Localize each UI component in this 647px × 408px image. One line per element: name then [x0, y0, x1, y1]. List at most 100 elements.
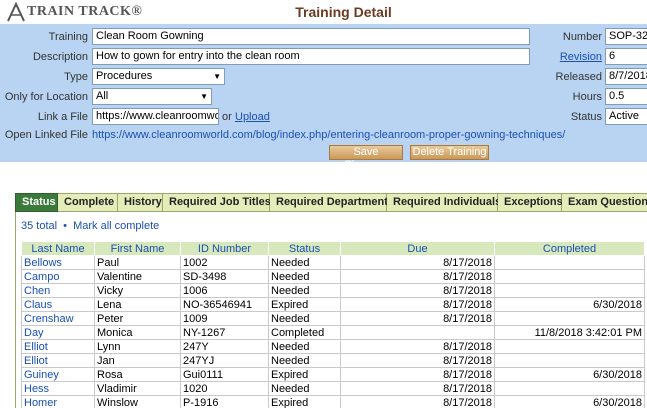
- tab-status[interactable]: Status: [15, 193, 58, 212]
- link-file-input[interactable]: https://www.cleanroomworld: [92, 108, 219, 125]
- due-cell: [340, 325, 495, 340]
- table-row: Elliot Jan 247YJ Needed 8/17/2018: [21, 353, 645, 368]
- tab-exceptions[interactable]: Exceptions: [498, 193, 563, 212]
- training-form-panel: Training Clean Room Gowning Description …: [0, 24, 647, 171]
- last-name-link[interactable]: Guiney: [21, 367, 95, 382]
- first-name-cell: Winslow: [94, 395, 181, 408]
- due-cell: 8/17/2018: [340, 283, 495, 298]
- id-number-cell: Gui0111: [180, 367, 269, 382]
- completed-cell: [494, 353, 645, 368]
- status-select[interactable]: Active: [605, 108, 647, 125]
- training-name-input[interactable]: Clean Room Gowning: [92, 28, 530, 45]
- last-name-link[interactable]: Claus: [21, 297, 95, 312]
- status-cell: Needed: [268, 381, 341, 396]
- due-cell: 8/17/2018: [340, 381, 495, 396]
- tab-exam-questions[interactable]: Exam Questions: [562, 193, 647, 212]
- status-cell: Expired: [268, 367, 341, 382]
- tab-required-departments[interactable]: Required Departments: [270, 193, 394, 212]
- id-number-cell: SD-3498: [180, 269, 269, 284]
- location-select[interactable]: All ▼: [92, 88, 212, 105]
- completed-cell: [494, 381, 645, 396]
- revision-link[interactable]: Revision: [540, 51, 602, 63]
- status-cell: Needed: [268, 311, 341, 326]
- mark-all-complete-link[interactable]: Mark all complete: [73, 220, 159, 232]
- released-label: Released: [555, 71, 602, 83]
- table-header-row: Last Name First Name ID Number Status Du…: [21, 241, 645, 256]
- status-cell: Expired: [268, 395, 341, 408]
- table-row: Crenshaw Peter 1009 Needed 8/17/2018: [21, 311, 645, 326]
- chevron-down-icon: ▼: [213, 72, 221, 81]
- first-name-cell: Vladimir: [94, 381, 181, 396]
- location-select-value: All: [96, 90, 109, 102]
- last-name-link[interactable]: Elliot: [21, 339, 95, 354]
- type-label: Type: [64, 71, 88, 83]
- hours-label: Hours: [572, 91, 602, 103]
- released-date-input[interactable]: 8/7/2018: [605, 68, 647, 85]
- id-number-cell: 1009: [180, 311, 269, 326]
- id-number-cell: 1006: [180, 283, 269, 298]
- last-name-link[interactable]: Hess: [21, 381, 95, 396]
- table-row: Elliot Lynn 247Y Needed 8/17/2018: [21, 339, 645, 354]
- training-status-table: Last Name First Name ID Number Status Du…: [21, 241, 645, 408]
- app-header: TRAIN TRACK® Training Detail: [0, 0, 647, 24]
- column-header-completed[interactable]: Completed: [494, 241, 645, 256]
- summary-separator: •: [63, 220, 68, 232]
- due-cell: 8/17/2018: [340, 367, 495, 382]
- completed-cell: [494, 255, 645, 270]
- tab-complete[interactable]: Complete: [58, 193, 118, 212]
- due-cell: 8/17/2018: [340, 353, 495, 368]
- column-header-due[interactable]: Due: [340, 241, 495, 256]
- table-row: Campo Valentine SD-3498 Needed 8/17/2018: [21, 269, 645, 284]
- or-text: or: [222, 111, 232, 123]
- column-header-last-name[interactable]: Last Name: [21, 241, 95, 256]
- id-number-cell: 247Y: [180, 339, 269, 354]
- upload-link[interactable]: Upload: [235, 111, 270, 123]
- id-number-cell: P-1916: [180, 395, 269, 408]
- first-name-cell: Rosa: [94, 367, 181, 382]
- open-linked-file-url[interactable]: https://www.cleanroomworld.com/blog/inde…: [92, 129, 565, 141]
- due-cell: 8/17/2018: [340, 311, 495, 326]
- last-name-link[interactable]: Chen: [21, 283, 95, 298]
- id-number-cell: 247YJ: [180, 353, 269, 368]
- status-cell: Needed: [268, 283, 341, 298]
- open-linked-file-label: Open Linked File: [4, 129, 88, 141]
- id-number-cell: 1002: [180, 255, 269, 270]
- column-header-id-number[interactable]: ID Number: [180, 241, 269, 256]
- first-name-cell: Jan: [94, 353, 181, 368]
- last-name-link[interactable]: Crenshaw: [21, 311, 95, 326]
- completed-cell: 6/30/2018: [494, 367, 645, 382]
- tab-required-job-titles[interactable]: Required Job Titles: [163, 193, 271, 212]
- last-name-link[interactable]: Bellows: [21, 255, 95, 270]
- tab-required-individuals[interactable]: Required Individuals: [387, 193, 501, 212]
- number-input[interactable]: SOP-327: [605, 28, 647, 45]
- table-row: Bellows Paul 1002 Needed 8/17/2018: [21, 255, 645, 270]
- training-label: Training: [48, 31, 88, 43]
- location-label: Only for Location: [4, 91, 88, 103]
- first-name-cell: Paul: [94, 255, 181, 270]
- description-input[interactable]: How to gown for entry into the clean roo…: [92, 48, 530, 65]
- column-header-first-name[interactable]: First Name: [94, 241, 181, 256]
- type-select-value: Procedures: [96, 70, 153, 82]
- number-label: Number: [562, 31, 602, 43]
- status-cell: Completed: [268, 325, 341, 340]
- table-row: Hess Vladimir 1020 Needed 8/17/2018: [21, 381, 645, 396]
- completed-cell: [494, 269, 645, 284]
- last-name-link[interactable]: Homer: [21, 395, 95, 408]
- first-name-cell: Lynn: [94, 339, 181, 354]
- revision-input[interactable]: 6: [605, 48, 647, 65]
- id-number-cell: NO-36546941: [180, 297, 269, 312]
- last-name-link[interactable]: Day: [21, 325, 95, 340]
- column-header-status[interactable]: Status: [268, 241, 341, 256]
- description-label: Description: [32, 51, 88, 63]
- completed-cell: [494, 311, 645, 326]
- tab-history[interactable]: History: [118, 193, 163, 212]
- delete-training-button[interactable]: Delete Training: [410, 145, 489, 160]
- due-cell: 8/17/2018: [340, 339, 495, 354]
- last-name-link[interactable]: Campo: [21, 269, 95, 284]
- hours-input[interactable]: 0.5: [605, 88, 647, 105]
- last-name-link[interactable]: Elliot: [21, 353, 95, 368]
- type-select[interactable]: Procedures ▼: [92, 68, 225, 85]
- status-cell: Needed: [268, 353, 341, 368]
- save-changes-button[interactable]: Save Changes: [329, 145, 403, 171]
- completed-cell: [494, 283, 645, 298]
